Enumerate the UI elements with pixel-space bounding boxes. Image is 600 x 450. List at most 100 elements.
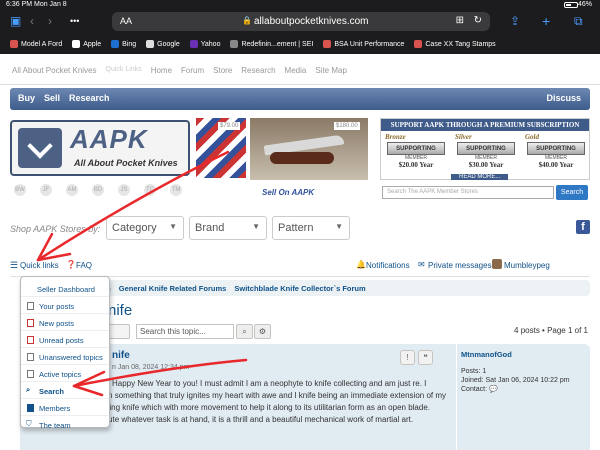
- bookmark-bing[interactable]: Bing: [111, 40, 136, 48]
- share-icon[interactable]: ⇪: [510, 13, 520, 29]
- back-icon[interactable]: ‹: [30, 13, 34, 29]
- bookmark-bsa[interactable]: BSA Unit Performance: [323, 40, 404, 48]
- nav-research[interactable]: Research: [241, 66, 275, 75]
- nav-sell[interactable]: Sell: [44, 93, 60, 103]
- file-icon: [27, 319, 34, 327]
- brand-select[interactable]: Brand ▼: [189, 216, 267, 240]
- store-search-input[interactable]: Search The AAPK Member Stores: [382, 186, 554, 199]
- bookmark-apple[interactable]: Apple: [72, 40, 101, 48]
- site-logo[interactable]: AAPK All About Pocket Knives: [10, 120, 190, 176]
- search-topic-input[interactable]: Search this topic...: [136, 324, 234, 339]
- search-icon[interactable]: ⌕: [236, 324, 253, 339]
- yahoo-icon: [189, 40, 198, 48]
- read-more-link[interactable]: READ MORE...: [451, 174, 509, 180]
- tier-gold[interactable]: Gold SUPPORTING MEMBER $40.00 Year: [523, 133, 589, 179]
- bookmark-model-a-ford[interactable]: Model A Ford: [10, 40, 62, 48]
- tabs-icon[interactable]: ⧉: [574, 13, 583, 29]
- bookmark-sei[interactable]: Redefinin...ement | SEI: [230, 40, 313, 48]
- forward-icon[interactable]: ›: [48, 13, 52, 29]
- badge-icon[interactable]: JS: [118, 184, 130, 196]
- badge-icon[interactable]: BD: [92, 184, 104, 196]
- badge-icon[interactable]: JF: [40, 184, 52, 196]
- badge-icon[interactable]: AM: [66, 184, 78, 196]
- nav-site-map[interactable]: Site Map: [315, 66, 347, 75]
- nav-forum[interactable]: Forum: [181, 66, 204, 75]
- store-search-button[interactable]: Search: [556, 185, 588, 200]
- report-icon[interactable]: !: [400, 350, 415, 365]
- site-top-nav: All About Pocket Knives Quick Links Home…: [12, 66, 347, 75]
- quick-links-button[interactable]: Quick links: [20, 261, 59, 270]
- nav-media[interactable]: Media: [285, 66, 307, 75]
- bookmark-google[interactable]: Google: [146, 40, 180, 48]
- dropdown-unread-posts[interactable]: Unread posts: [21, 332, 109, 348]
- bell-icon: 🔔: [356, 260, 366, 269]
- breadcrumb-switchblade[interactable]: Switchblade Knife Collector`s Forum: [234, 284, 365, 293]
- bookmarks-bar: Model A Ford Apple Bing Google Yahoo Red…: [0, 34, 600, 54]
- nav-home-title[interactable]: All About Pocket Knives: [12, 66, 97, 75]
- divider: [0, 84, 600, 85]
- sell-on-aapk-link[interactable]: Sell On AAPK: [262, 188, 314, 197]
- dropdown-active-topics[interactable]: Active topics: [21, 366, 109, 382]
- category-select[interactable]: Category ▼: [106, 216, 184, 240]
- post-author-profile: MtnmanofGod Posts: 1 Joined: Sat Jan 06,…: [456, 344, 590, 450]
- tier-silver[interactable]: Silver SUPPORTING MEMBER $30.00 Year: [453, 133, 519, 179]
- pattern-select[interactable]: Pattern ▼: [272, 216, 350, 240]
- menu-icon[interactable]: ☰: [10, 260, 18, 271]
- nav-research-main[interactable]: Research: [69, 93, 110, 103]
- dropdown-unanswered-topics[interactable]: Unanswered topics: [21, 349, 109, 365]
- price-tag: $79.00: [218, 122, 241, 130]
- dropdown-members[interactable]: Members: [21, 400, 109, 416]
- chevron-down-icon: ▼: [335, 222, 343, 231]
- url-text[interactable]: allaboutpocketknives.com: [254, 16, 369, 27]
- dropdown-the-team[interactable]: ⛉ The team: [21, 417, 109, 433]
- question-icon: ❓: [66, 260, 76, 269]
- nav-discuss[interactable]: Discuss: [546, 93, 581, 103]
- dropdown-your-posts[interactable]: Your posts: [21, 298, 109, 314]
- search-icon: ⌕: [26, 385, 31, 394]
- address-bar[interactable]: AA 🔒 allaboutpocketknives.com ⊞ ↻: [112, 12, 490, 31]
- dropdown-search[interactable]: ⌕ Search: [21, 383, 109, 399]
- dropdown-new-posts[interactable]: New posts: [21, 315, 109, 331]
- username-menu[interactable]: Mumbleypeg: [504, 261, 550, 270]
- post-author[interactable]: MtnmanofGod: [461, 350, 586, 359]
- post-title[interactable]: nife: [112, 350, 130, 361]
- file-icon: [27, 353, 34, 361]
- nav-store[interactable]: Store: [213, 66, 232, 75]
- badge-icon[interactable]: BW: [14, 184, 26, 196]
- file-icon: [27, 370, 34, 378]
- logo-mark-icon: [18, 128, 62, 168]
- avatar[interactable]: [492, 259, 502, 269]
- file-icon: [27, 302, 34, 310]
- notifications-link[interactable]: Notifications: [366, 261, 410, 270]
- apple-icon: [72, 40, 81, 48]
- reader-aa-button[interactable]: AA: [120, 16, 132, 26]
- sidebar-icon[interactable]: ▣: [10, 13, 21, 29]
- bookmark-case-xx[interactable]: Case XX Tang Stamps: [414, 40, 496, 48]
- translate-icon[interactable]: ⊞: [456, 15, 464, 26]
- nav-buy[interactable]: Buy: [18, 93, 35, 103]
- faq-link[interactable]: FAQ: [76, 261, 92, 270]
- badge-icon[interactable]: TC: [144, 184, 156, 196]
- new-tab-icon[interactable]: +: [542, 13, 550, 29]
- badge-icon[interactable]: TM: [170, 184, 182, 196]
- quote-icon[interactable]: ❝: [418, 350, 433, 365]
- file-icon: [27, 336, 34, 344]
- reload-icon[interactable]: ↻: [474, 15, 482, 26]
- subscription-banner[interactable]: SUPPORT AAPK THROUGH A PREMIUM SUBSCRIPT…: [380, 118, 590, 180]
- gear-icon[interactable]: ⚙: [254, 324, 271, 339]
- chevron-down-icon: ▼: [252, 222, 260, 231]
- private-messages-link[interactable]: Private messages: [428, 261, 492, 270]
- bookmark-yahoo[interactable]: Yahoo: [189, 40, 220, 48]
- price-tag: $180.00: [334, 122, 360, 130]
- contact-icon[interactable]: 💬: [489, 386, 498, 393]
- facebook-icon[interactable]: f: [576, 220, 590, 234]
- shield-icon: ⛉: [26, 419, 32, 428]
- nav-home[interactable]: Home: [151, 66, 172, 75]
- author-joined: Joined: Sat Jan 06, 2024 10:22 pm: [461, 377, 570, 384]
- tier-bronze[interactable]: Bronze SUPPORTING MEMBER $20.00 Year: [383, 133, 449, 179]
- post-meta: n Jan 08, 2024 12:34 pm: [112, 364, 190, 371]
- dropdown-seller-dashboard[interactable]: Seller Dashboard: [21, 281, 109, 297]
- more-dots-icon[interactable]: •••: [70, 13, 79, 29]
- nav-quick-links[interactable]: Quick Links: [106, 66, 142, 75]
- breadcrumb-general[interactable]: General Knife Related Forums: [119, 284, 227, 293]
